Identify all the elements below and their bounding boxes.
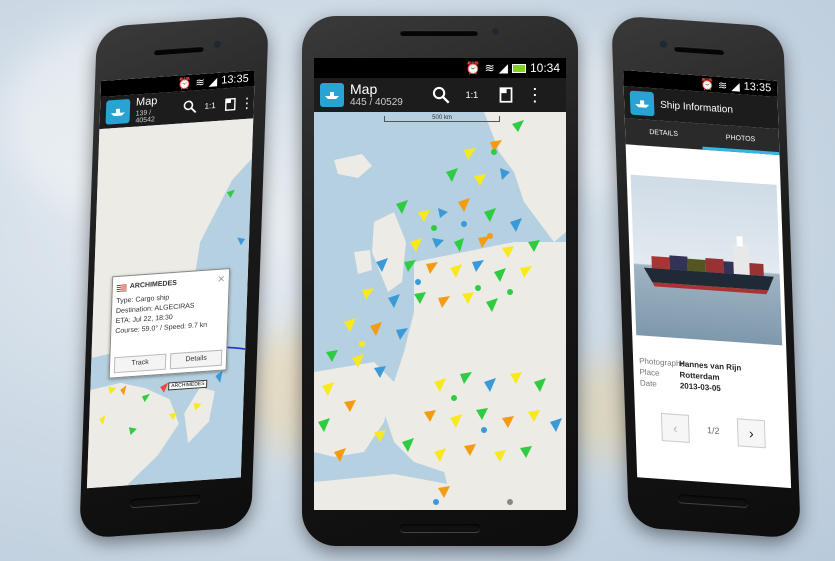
ship-photo (630, 174, 783, 346)
earpiece (400, 30, 478, 36)
earpiece (674, 45, 725, 56)
front-camera (213, 40, 222, 49)
search-button[interactable] (180, 99, 200, 114)
signal-icon: ◢ (498, 61, 508, 75)
layers-button[interactable] (220, 97, 240, 111)
center-map[interactable]: 500 km (314, 112, 566, 510)
battery-icon (511, 63, 526, 73)
ship-info-popup[interactable]: × ARCHIMEDES Type: Cargo ship Destinatio… (108, 268, 231, 379)
date-value: 2013-03-05 (679, 381, 721, 394)
center-screen: ⏰ ≋ ◢ 10:34 Map 445 / 40529 1:1 ⋮ 500 km (314, 58, 566, 510)
layers-button[interactable] (489, 87, 523, 103)
signal-icon: ◢ (731, 80, 740, 93)
status-time: 13:35 (220, 72, 249, 87)
action-bar-title: Map 445 / 40529 (350, 81, 403, 108)
bookmark-icon (499, 87, 513, 103)
right-screen: ⏰ ≋ ◢ 13:35 Ship Information DETAILS PHO… (623, 70, 792, 489)
wifi-icon: ≋ (195, 76, 205, 89)
status-time: 13:35 (743, 80, 772, 95)
alarm-icon: ⏰ (465, 61, 481, 75)
search-icon (432, 86, 450, 104)
close-icon[interactable]: × (218, 271, 225, 286)
zoom-ratio-button[interactable]: 1:1 (200, 100, 220, 110)
home-button[interactable] (130, 494, 201, 508)
app-logo-icon[interactable] (629, 90, 655, 117)
overflow-menu-button[interactable]: ⋮ (523, 85, 547, 106)
date-label: Date (639, 378, 657, 389)
status-time: 10:34 (529, 61, 560, 75)
signal-icon: ◢ (208, 75, 218, 88)
track-button[interactable]: Track (113, 353, 167, 374)
next-photo-button[interactable]: › (736, 418, 766, 449)
pager-counter: 1/2 (706, 425, 720, 437)
search-button[interactable] (427, 86, 455, 104)
left-map[interactable]: × ARCHIMEDES Type: Cargo ship Destinatio… (86, 118, 254, 489)
app-logo-icon[interactable] (105, 98, 131, 125)
details-button[interactable]: Details (169, 349, 223, 370)
more-vertical-icon: ⋮ (525, 84, 544, 105)
action-bar: Map 445 / 40529 1:1 ⋮ (314, 78, 566, 112)
more-vertical-icon: ⋮ (239, 93, 255, 111)
container-ship-image (643, 236, 774, 295)
front-camera (492, 28, 499, 35)
chevron-left-icon: ‹ (672, 419, 678, 437)
alarm-icon: ⏰ (700, 77, 715, 91)
wifi-icon: ≋ (717, 79, 728, 92)
screen-title: Ship Information (659, 99, 734, 116)
alarm-icon: ⏰ (177, 77, 192, 91)
chevron-right-icon: › (748, 425, 754, 442)
tab-photos[interactable]: PHOTOS (701, 123, 780, 156)
popup-ship-name: ARCHIMEDES (129, 279, 177, 291)
map-scale-bar: 500 km (384, 115, 500, 122)
photo-pager: ‹ 1/2 › (660, 412, 766, 449)
flag-icon (116, 283, 127, 292)
tab-details[interactable]: DETAILS (625, 118, 703, 149)
right-phone: ⏰ ≋ ◢ 13:35 Ship Information DETAILS PHO… (611, 15, 801, 539)
photo-details: Photographer Hannes van Rijn Place Rotte… (639, 355, 742, 395)
earpiece (153, 45, 204, 56)
center-map-canvas (314, 112, 566, 510)
front-camera (659, 40, 668, 49)
status-bar: ⏰ ≋ ◢ 10:34 (314, 58, 566, 78)
app-logo-icon[interactable] (320, 83, 344, 107)
home-button[interactable] (677, 494, 748, 508)
zoom-ratio-button[interactable]: 1:1 (455, 90, 489, 100)
action-bar-title: Map 139 / 40542 (135, 94, 158, 125)
left-phone: ⏰ ≋ ◢ 13:35 Map 139 / 40542 1:1 ⋮ × ARCH… (79, 15, 269, 539)
left-screen: ⏰ ≋ ◢ 13:35 Map 139 / 40542 1:1 ⋮ × ARCH… (86, 70, 255, 489)
home-button[interactable] (400, 524, 480, 532)
bookmark-icon (224, 97, 236, 111)
center-phone: ⏰ ≋ ◢ 10:34 Map 445 / 40529 1:1 ⋮ 500 km (302, 16, 578, 546)
overflow-menu-button[interactable]: ⋮ (240, 94, 255, 112)
wifi-icon: ≋ (484, 61, 495, 75)
previous-photo-button[interactable]: ‹ (660, 412, 690, 443)
search-icon (184, 100, 197, 114)
